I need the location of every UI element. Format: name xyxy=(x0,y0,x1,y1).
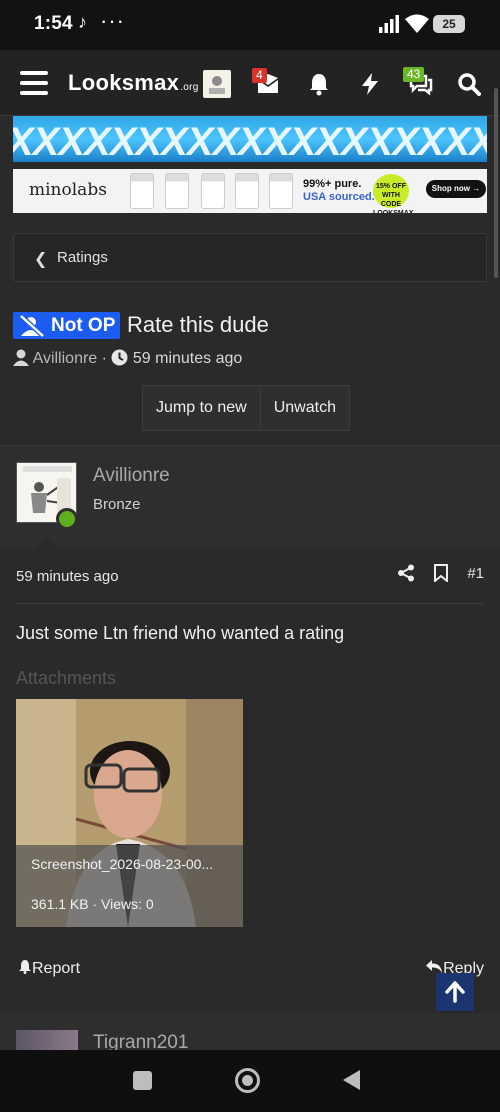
bell-icon[interactable] xyxy=(307,72,331,96)
status-bar: 1:54 ♪ ··· 25 xyxy=(0,0,500,50)
menu-icon[interactable] xyxy=(20,71,48,95)
inbox-count-badge: 4 xyxy=(252,68,267,83)
bookmark-icon[interactable] xyxy=(433,564,449,582)
post-actions: #1 xyxy=(397,564,484,582)
jump-to-new-button[interactable]: Jump to new xyxy=(143,386,260,430)
clock-icon xyxy=(111,349,128,366)
chevron-left-icon: ❮ xyxy=(34,251,48,268)
vial-image xyxy=(130,173,154,209)
online-status-indicator xyxy=(56,508,78,530)
search-icon[interactable] xyxy=(457,72,481,96)
vial-image xyxy=(165,173,189,209)
logo-badge-image xyxy=(203,70,231,98)
breadcrumb[interactable]: ❮ Ratings xyxy=(13,233,487,282)
unwatch-button[interactable]: Unwatch xyxy=(259,386,349,430)
reply-arrow-icon xyxy=(426,960,443,973)
thread-author-link[interactable]: Avillionre xyxy=(33,350,98,367)
breadcrumb-label: Ratings xyxy=(57,249,108,266)
scroll-to-top-button[interactable] xyxy=(436,973,474,1011)
recents-button[interactable] xyxy=(133,1071,152,1090)
thread-button-group: Jump to new Unwatch xyxy=(142,385,350,431)
thread-time: 59 minutes ago xyxy=(132,350,243,367)
ad-tagline: 99%+ pure. USA sourced. xyxy=(303,178,375,203)
post-author-rank: Bronze xyxy=(93,496,141,513)
post-timestamp[interactable]: 59 minutes ago xyxy=(16,568,119,585)
back-button[interactable] xyxy=(343,1070,360,1090)
vial-image xyxy=(269,173,293,209)
post-number-link[interactable]: #1 xyxy=(467,565,484,582)
share-icon[interactable] xyxy=(397,564,415,582)
attachment-thumbnail[interactable]: Screenshot_2026-08-23-00... 361.1 KB · V… xyxy=(16,699,243,927)
attachment-info-overlay: Screenshot_2026-08-23-00... 361.1 KB · V… xyxy=(16,845,243,927)
divider xyxy=(16,603,484,604)
message-pointer xyxy=(35,538,59,550)
site-header: Looksmax.org 4 43 xyxy=(0,50,500,116)
attachment-filename: Screenshot_2026-08-23-00... xyxy=(31,856,214,872)
user-icon xyxy=(13,349,29,366)
bell-icon xyxy=(19,960,31,974)
vial-image xyxy=(201,173,225,209)
home-button[interactable] xyxy=(235,1068,260,1093)
ad-brand: minolabs xyxy=(29,180,107,200)
thread-title: Rate this dude xyxy=(127,312,269,337)
chat-count-badge: 43 xyxy=(403,67,425,82)
ad-discount-badge: 15% OFF WITH CODE LOOKSMAX xyxy=(373,174,413,213)
signal-icon xyxy=(379,15,399,33)
post: Avillionre Bronze 59 minutes ago #1 Just… xyxy=(0,445,500,1001)
page-scrollbar[interactable] xyxy=(494,88,498,278)
ad-banner-minolabs[interactable]: minolabs 99%+ pure. USA sourced. 15% OFF … xyxy=(13,169,487,213)
wifi-icon xyxy=(405,14,429,33)
thread-prefix-badge[interactable]: Not OP xyxy=(13,312,120,339)
attachment-meta: 361.1 KB · Views: 0 xyxy=(31,896,154,912)
arrow-up-icon xyxy=(445,981,465,1003)
post-author-name[interactable]: Avillionre xyxy=(93,465,170,487)
vial-image xyxy=(235,173,259,209)
next-post-preview: Tigrann201 xyxy=(0,1013,500,1053)
more-notifications-icon: ··· xyxy=(100,8,125,33)
user-slash-icon xyxy=(19,315,45,337)
status-time: 1:54 xyxy=(34,13,73,34)
post-user-block: Avillionre Bronze xyxy=(0,446,500,550)
post-body-text: Just some Ltn friend who wanted a rating xyxy=(16,623,345,643)
ad-banner-top[interactable]: XXXXXXXXXXXXXXXXXXXING xyxy=(13,116,487,162)
attachments-heading: Attachments xyxy=(16,668,117,688)
thread-meta: Avillionre · 59 minutes ago xyxy=(13,349,242,368)
system-navigation-bar xyxy=(0,1050,500,1112)
tiktok-icon: ♪ xyxy=(78,12,87,32)
site-logo[interactable]: Looksmax.org xyxy=(68,70,199,96)
battery-icon: 25 xyxy=(433,15,465,33)
ad-shop-button[interactable]: Shop now → xyxy=(426,180,486,198)
lightning-icon[interactable] xyxy=(358,72,382,96)
report-button[interactable]: Report xyxy=(18,959,80,978)
